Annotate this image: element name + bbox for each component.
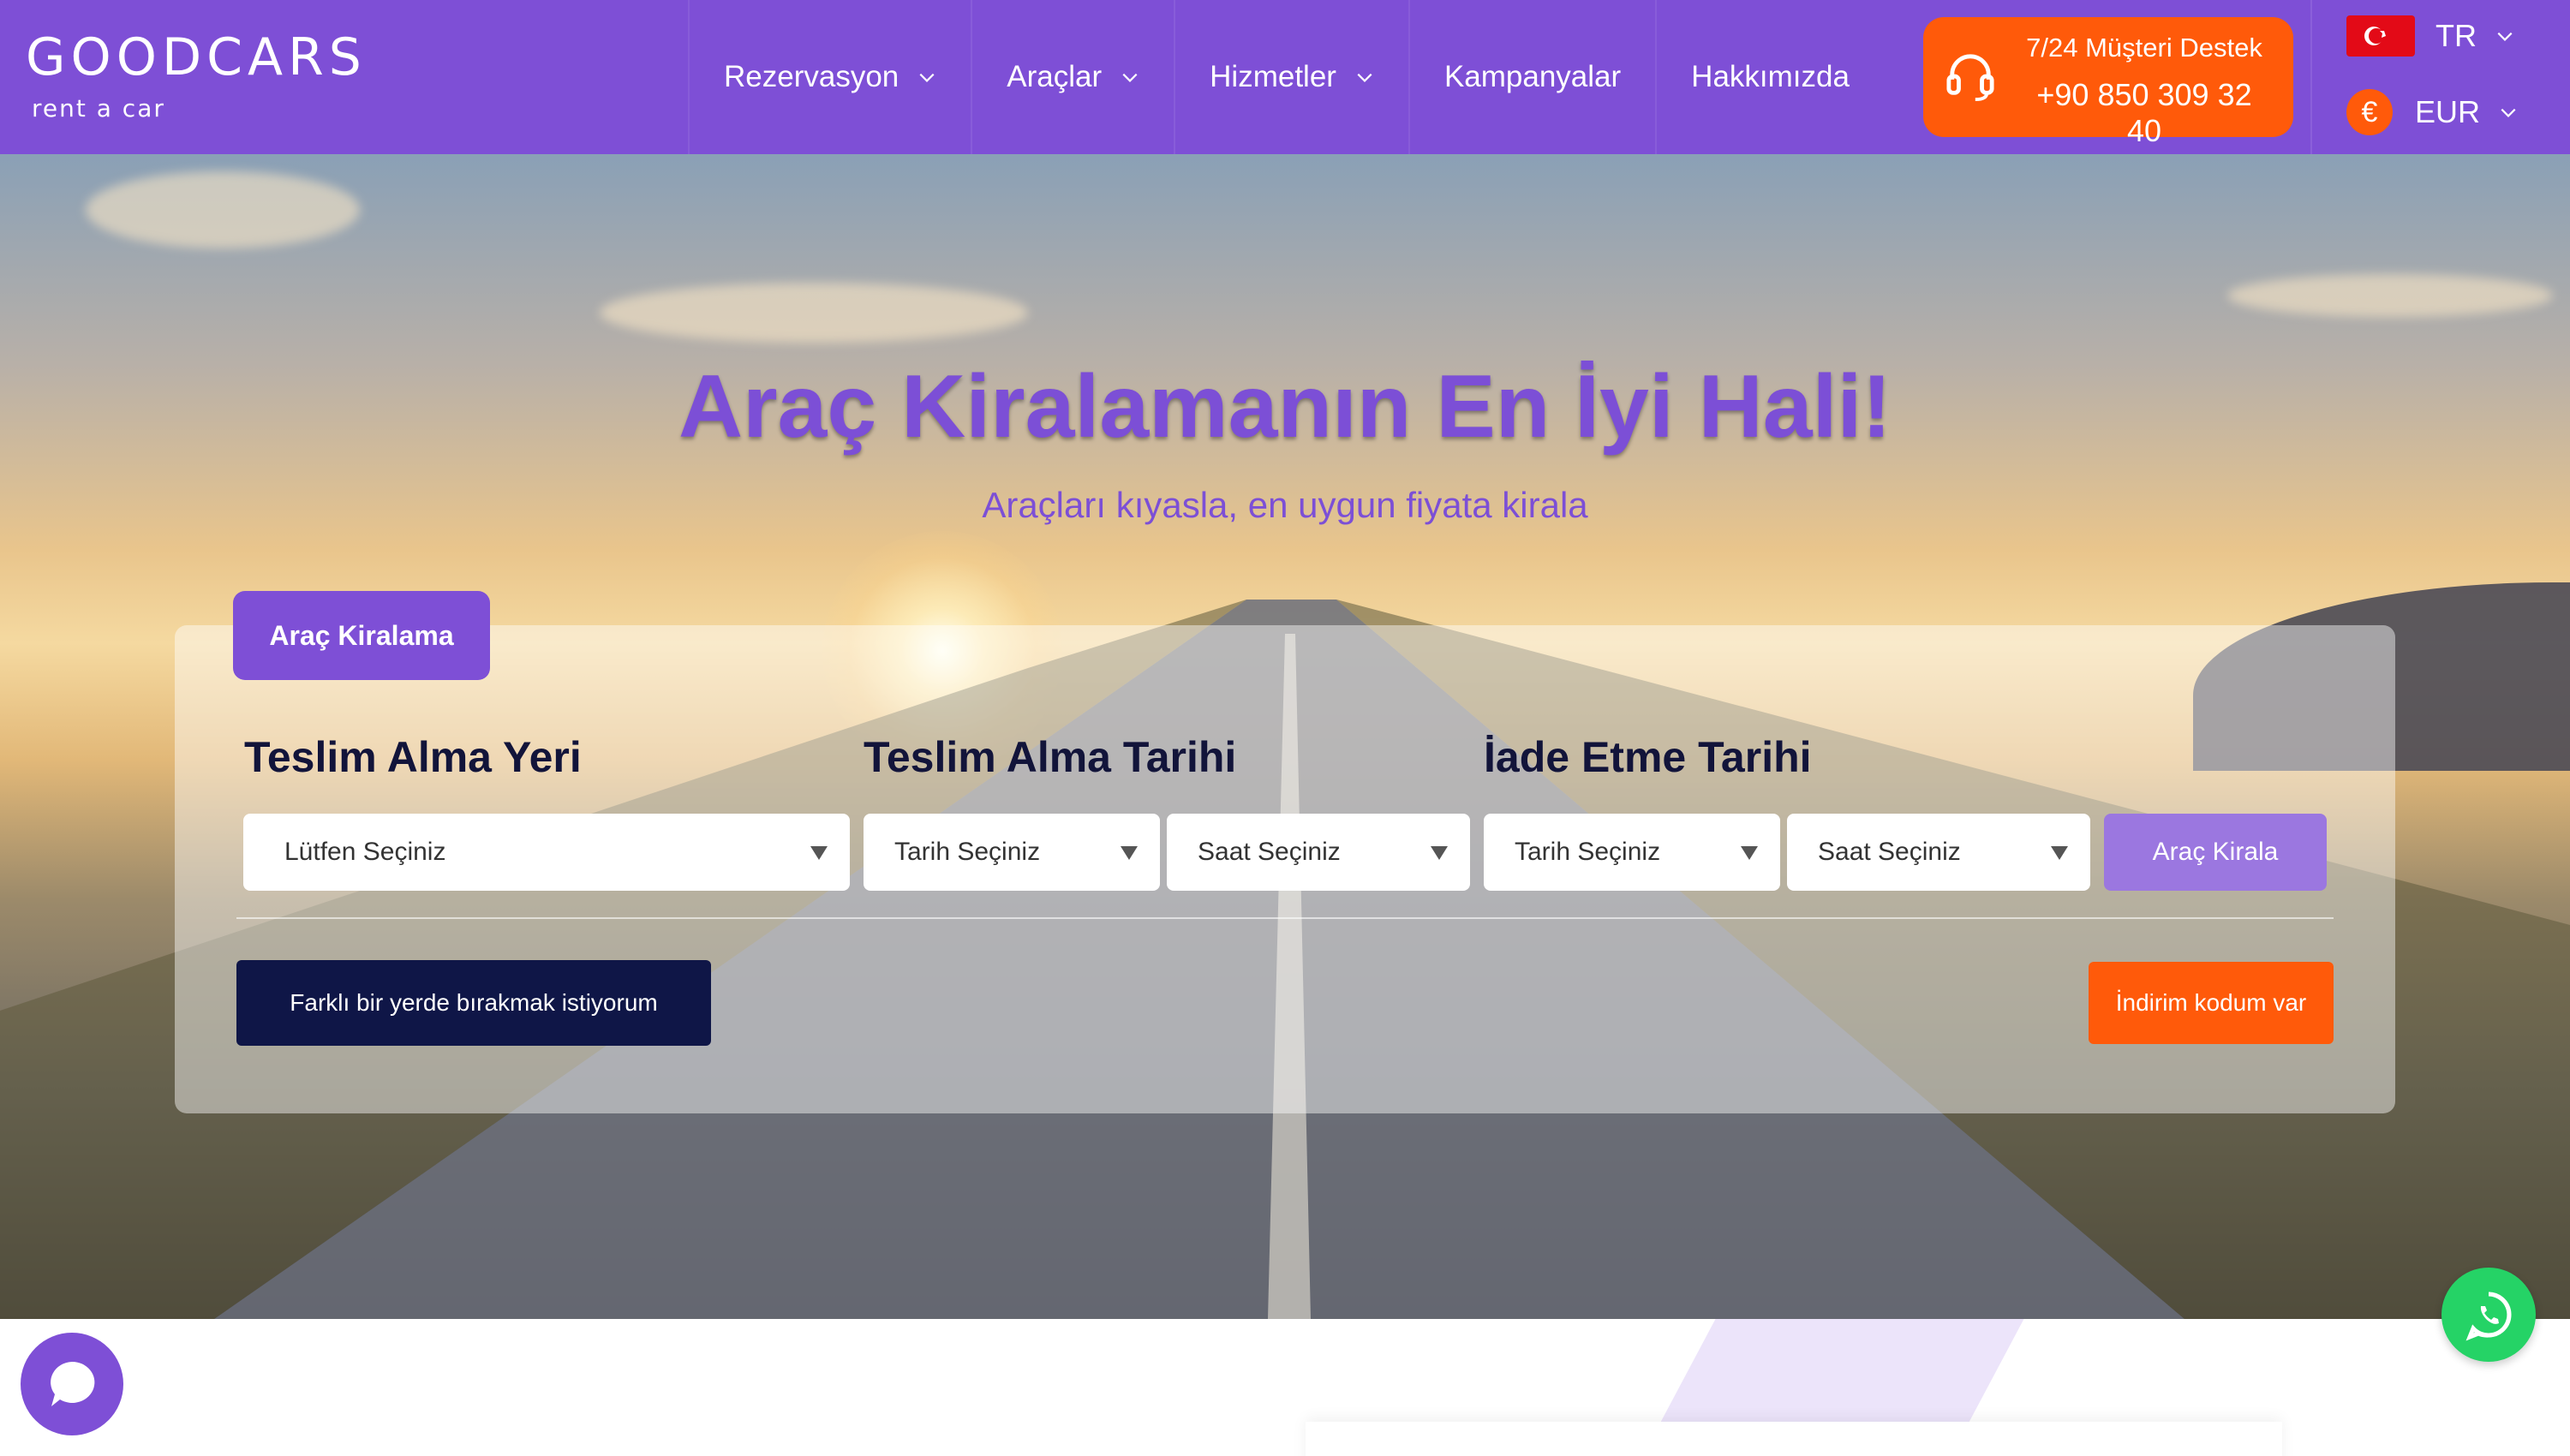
return-date-placeholder: Tarih Seçiniz (1515, 838, 1661, 866)
nav-item-label: Araçlar (1007, 60, 1103, 93)
turkey-flag-icon (2346, 15, 2415, 57)
return-time-select[interactable]: Saat Seçiniz (1787, 814, 2090, 891)
dropdown-arrow-icon (2051, 846, 2068, 860)
discount-code-button[interactable]: İndirim kodum var (2089, 962, 2334, 1044)
pickup-time-select[interactable]: Saat Seçiniz (1167, 814, 1470, 891)
content-card (1306, 1422, 2282, 1456)
nav-item-kampanyalar[interactable]: Kampanyalar (1408, 0, 1655, 154)
return-date-select[interactable]: Tarih Seçiniz (1484, 814, 1780, 891)
nav-item-rezervasyon[interactable]: Rezervasyon (688, 0, 971, 154)
brand-logo[interactable]: GOODCARS rent a car (26, 26, 368, 128)
next-section (0, 1319, 2570, 1456)
euro-icon: € (2346, 89, 2393, 135)
pickup-date-placeholder: Tarih Seçiniz (894, 838, 1041, 866)
brand-tagline: rent a car (32, 94, 165, 122)
chat-bubble-icon (51, 1361, 95, 1406)
language-code: TR (2436, 18, 2477, 53)
return-date-label: İade Etme Tarihi (1484, 733, 1812, 781)
chevron-down-icon (1357, 73, 1372, 82)
chevron-down-icon (919, 73, 935, 82)
support-phone: +90 850 309 32 40 (2036, 77, 2252, 148)
pickup-date-select[interactable]: Tarih Seçiniz (864, 814, 1160, 891)
site-header: GOODCARS rent a car Rezervasyon Araçlar … (0, 0, 2570, 154)
support-label: 7/24 Müşteri Destek (2026, 33, 2262, 63)
headset-icon (1946, 54, 1994, 102)
chevron-down-icon (2497, 32, 2513, 41)
chevron-down-icon (1122, 73, 1138, 82)
currency-selector[interactable]: € EUR (2346, 89, 2518, 135)
nav-item-label: Hakkımızda (1691, 60, 1850, 93)
pickup-location-select[interactable]: Lütfen Seçiniz (243, 814, 850, 891)
tab-arac-kiralama[interactable]: Araç Kiralama (233, 591, 490, 680)
pickup-date-label: Teslim Alma Tarihi (864, 733, 1237, 781)
currency-code: EUR (2415, 94, 2481, 129)
dropdown-arrow-icon (810, 846, 828, 860)
dropdown-arrow-icon (1741, 846, 1758, 860)
nav-item-label: Rezervasyon (724, 60, 900, 93)
live-chat-button[interactable] (21, 1333, 123, 1435)
hero-title: Araç Kiralamanın En İyi Hali! (678, 357, 1892, 456)
return-time-placeholder: Saat Seçiniz (1818, 838, 1961, 866)
support-button[interactable]: 7/24 Müşteri Destek +90 850 309 32 40 (1923, 17, 2293, 148)
nav-item-label: Kampanyalar (1443, 60, 1622, 93)
main-nav: Rezervasyon Araçlar Hizmetler Kampanyala… (688, 0, 1884, 154)
nav-item-hizmetler[interactable]: Hizmetler (1174, 0, 1408, 154)
whatsapp-icon (2465, 1292, 2512, 1341)
nav-item-araclar[interactable]: Araçlar (971, 0, 1174, 154)
hero-subtitle: Araçları kıyasla, en uygun fiyata kirala (982, 485, 1588, 525)
different-dropoff-button[interactable]: Farklı bir yerde bırakmak istiyorum (236, 960, 711, 1046)
chevron-down-icon (2501, 108, 2516, 117)
whatsapp-button[interactable] (2442, 1268, 2536, 1362)
nav-item-hakkimizda[interactable]: Hakkımızda (1655, 0, 1884, 154)
language-selector[interactable]: TR (2346, 15, 2514, 57)
dropdown-arrow-icon (1121, 846, 1138, 860)
pickup-location-placeholder: Lütfen Seçiniz (284, 838, 446, 866)
dropdown-arrow-icon (1431, 846, 1448, 860)
pickup-time-placeholder: Saat Seçiniz (1198, 838, 1341, 866)
pickup-location-label: Teslim Alma Yeri (244, 733, 582, 781)
rent-car-button[interactable]: Araç Kirala (2104, 814, 2327, 891)
panel-divider (236, 917, 2334, 919)
brand-name: GOODCARS (26, 27, 367, 87)
locale-switcher: TR € EUR (2310, 0, 2570, 154)
nav-item-label: Hizmetler (1210, 60, 1336, 93)
